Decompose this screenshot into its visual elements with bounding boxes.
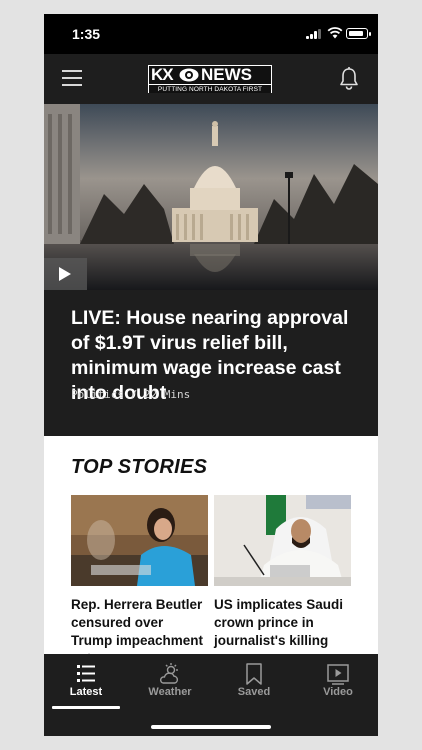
cbs-eye-icon (179, 68, 199, 82)
section-title: TOP STORIES (71, 456, 208, 478)
tab-label: Weather (148, 686, 192, 698)
play-video-button[interactable] (44, 258, 87, 290)
phone-screen: 1:35 KX NEWS PUTTING NORTH DAKOTA FIRST … (44, 14, 378, 736)
home-indicator[interactable] (151, 725, 271, 729)
status-time: 1:35 (72, 26, 101, 42)
logo-network: NEWS (201, 65, 252, 84)
battery-icon (346, 28, 371, 39)
bell-icon[interactable] (338, 66, 360, 90)
app-header: KX NEWS PUTTING NORTH DAKOTA FIRST (44, 54, 378, 104)
tab-saved[interactable]: Saved (212, 654, 296, 714)
weather-icon (159, 663, 179, 684)
battery-level (348, 30, 363, 36)
tab-latest[interactable]: Latest (44, 654, 128, 714)
bottom-tab-bar: Latest Weather Saved Video (44, 654, 378, 736)
story-thumbnail[interactable] (71, 495, 208, 586)
tab-video[interactable]: Video (296, 654, 378, 714)
video-play-icon (327, 664, 349, 685)
congresswoman-photo (71, 495, 208, 586)
featured-meta: Politics / 22 Mins (71, 388, 191, 401)
tab-label: Saved (237, 686, 271, 698)
bookmark-icon (246, 663, 262, 685)
tab-label: Video (323, 686, 353, 698)
story-card[interactable]: US implicates Saudi crown prince in jour… (214, 495, 351, 650)
tab-weather[interactable]: Weather (128, 654, 212, 714)
logo-call-sign: KX (151, 65, 174, 84)
signal-icon (306, 29, 322, 39)
logo-tagline: PUTTING NORTH DAKOTA FIRST (149, 84, 271, 93)
wifi-icon (327, 27, 343, 39)
station-logo[interactable]: KX NEWS PUTTING NORTH DAKOTA FIRST (148, 65, 272, 93)
top-stories-section: TOP STORIES Rep. Herrera Beutler censure… (44, 436, 378, 654)
story-headline[interactable]: Rep. Herrera Beutler censured over Trump… (71, 596, 208, 654)
hamburger-menu-icon[interactable] (62, 70, 82, 86)
story-headline[interactable]: US implicates Saudi crown prince in jour… (214, 596, 351, 650)
tab-label: Latest (69, 686, 103, 698)
play-icon (59, 267, 71, 281)
status-bar: 1:35 (44, 14, 378, 54)
story-thumbnail[interactable] (214, 495, 351, 586)
list-icon (77, 665, 95, 682)
crown-prince-photo (214, 495, 351, 586)
active-tab-indicator (52, 706, 120, 709)
capitol-building-photo (44, 104, 378, 290)
hero-image[interactable] (44, 104, 378, 290)
featured-story[interactable]: LIVE: House nearing approval of $1.9T vi… (44, 290, 378, 436)
story-card[interactable]: Rep. Herrera Beutler censured over Trump… (71, 495, 208, 654)
